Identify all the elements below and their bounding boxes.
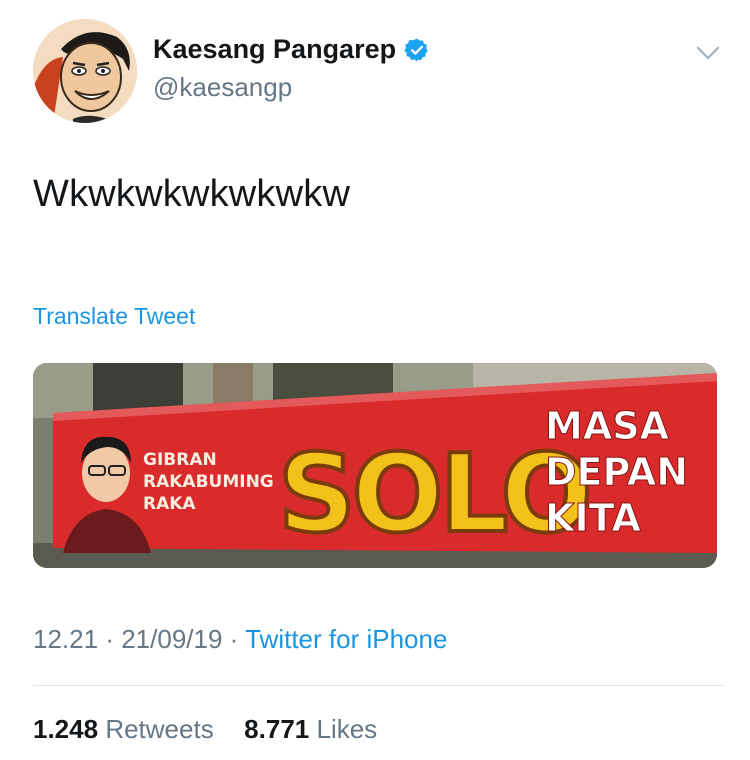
banner-headline: SOLO — [278, 432, 588, 557]
retweets-stat[interactable]: 1.248 Retweets — [33, 714, 221, 744]
meta-separator: · — [229, 624, 239, 654]
avatar[interactable] — [33, 19, 137, 123]
banner-slogan-line-3: KITA — [545, 496, 642, 540]
banner-name-line-1: GIBRAN — [143, 450, 217, 470]
tweet-media-photo[interactable]: GIBRAN RAKABUMING RAKA SOLO MASA DEPAN K… — [33, 363, 717, 568]
author-name-row: Kaesang Pangarep — [153, 34, 430, 65]
banner-slogan-line-1: MASA — [545, 404, 670, 448]
banner-photo: GIBRAN RAKABUMING RAKA SOLO MASA DEPAN K… — [33, 363, 717, 568]
tweet-date: 21/09/19 — [121, 624, 223, 654]
verified-badge-icon — [404, 37, 430, 63]
translate-tweet-link[interactable]: Translate Tweet — [33, 303, 195, 330]
tweet-text: Wkwkwkwkwkwkw — [33, 173, 351, 215]
likes-label: Likes — [316, 714, 378, 744]
meta-separator: · — [105, 624, 114, 654]
tweet-meta: 12.21 · 21/09/19 · Twitter for iPhone — [33, 624, 447, 655]
chevron-down-icon[interactable] — [695, 40, 721, 66]
avatar-caricature — [33, 19, 137, 123]
tweet-source-link[interactable]: Twitter for iPhone — [245, 624, 447, 654]
divider — [33, 685, 725, 686]
banner-name-line-2: RAKABUMING — [143, 472, 274, 492]
likes-count: 8.771 — [244, 714, 310, 744]
retweets-count: 1.248 — [33, 714, 99, 744]
tweet-stats: 1.248 Retweets 8.771 Likes — [33, 714, 377, 745]
banner-slogan-line-2: DEPAN — [545, 450, 688, 494]
author-handle[interactable]: @kaesangp — [153, 72, 292, 103]
tweet-time: 12.21 — [33, 624, 99, 654]
likes-stat[interactable]: 8.771 Likes — [244, 714, 377, 744]
author-display-name[interactable]: Kaesang Pangarep — [153, 34, 396, 65]
banner-name-line-3: RAKA — [143, 494, 196, 514]
retweets-label: Retweets — [105, 714, 214, 744]
